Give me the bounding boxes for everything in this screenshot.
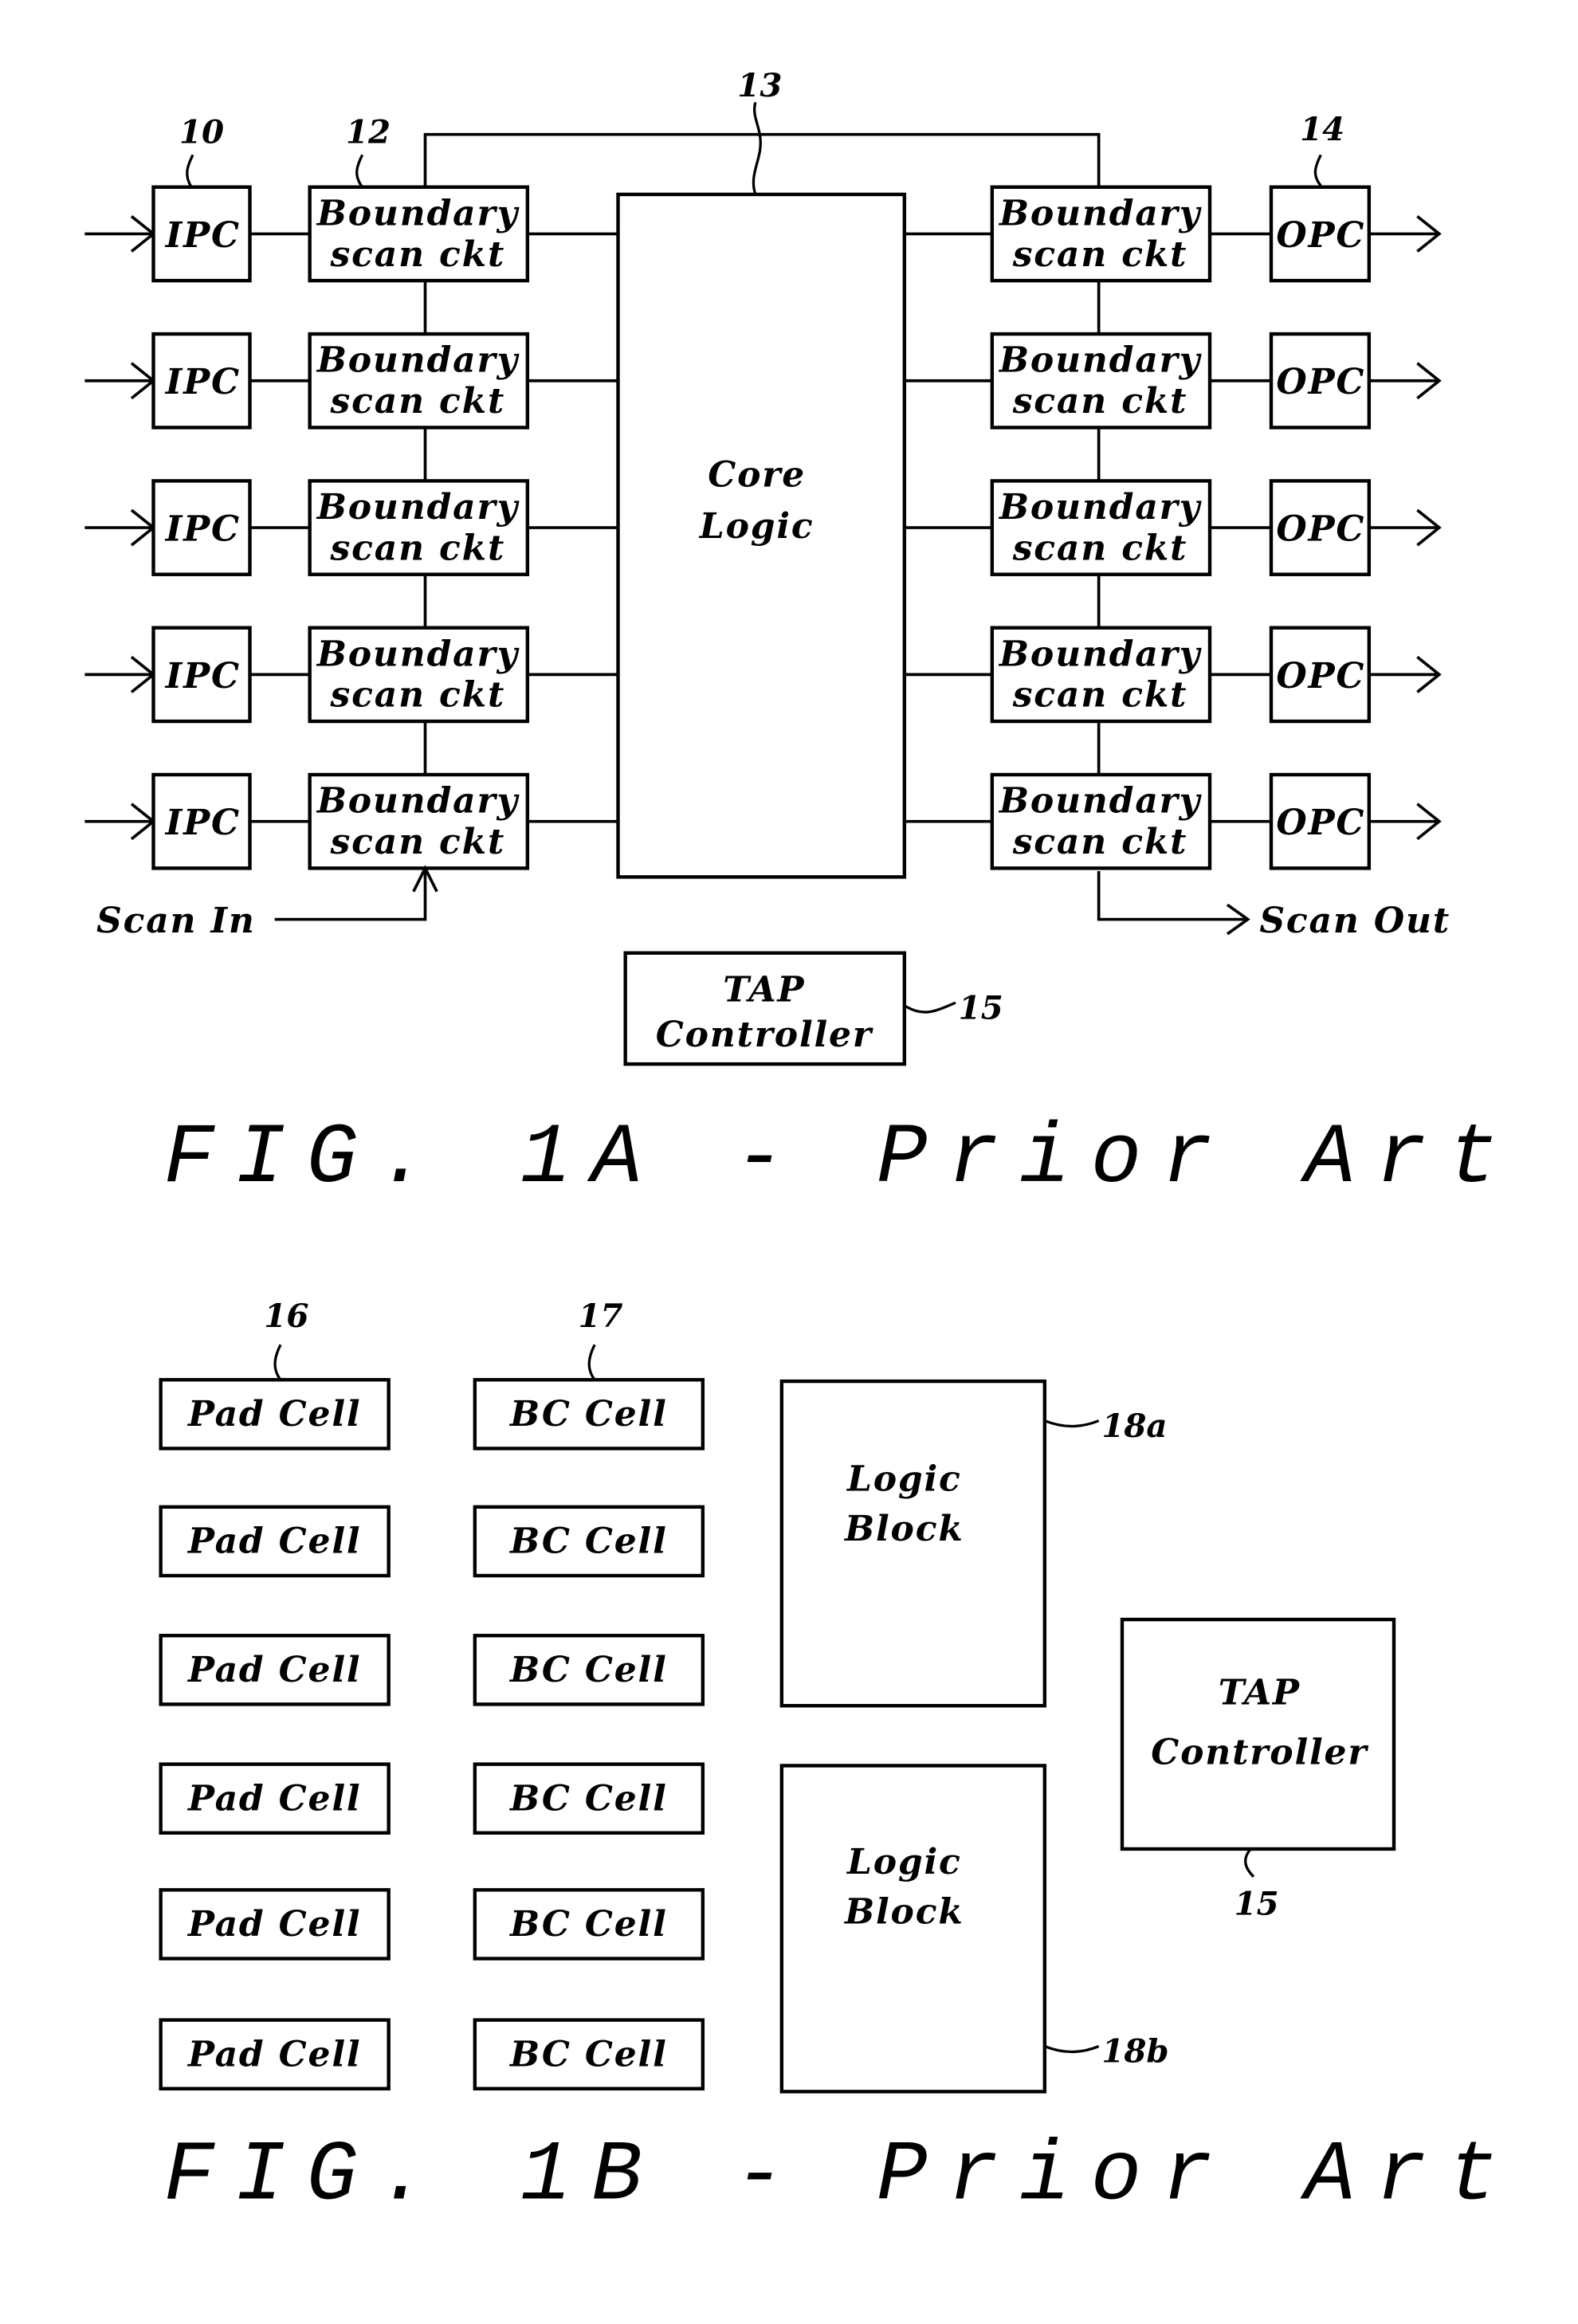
bsc-label-1: Boundary xyxy=(316,340,520,381)
bc-cell-label: BC Cell xyxy=(508,1778,668,1819)
ref-18b: 18b xyxy=(1101,2032,1168,2071)
bsc-label-2: scan ckt xyxy=(1012,381,1188,422)
bc-cell-label: BC Cell xyxy=(508,1904,668,1945)
bsc-label-2: scan ckt xyxy=(1012,234,1188,275)
scan-out-label: Scan Out xyxy=(1259,901,1450,941)
ipc-label: IPC xyxy=(164,803,241,843)
scan-in-wire xyxy=(274,871,427,921)
scan-out-wire xyxy=(1097,871,1245,921)
logic-block-18b-label-1: Logic xyxy=(846,1842,962,1882)
bsc-label-1: Boundary xyxy=(998,193,1203,234)
ref-17: 17 xyxy=(578,1297,622,1335)
opc-label: OPC xyxy=(1276,803,1365,843)
pad-cell-label: Pad Cell xyxy=(186,2034,362,2075)
tap-controller-1b-label-1: TAP xyxy=(1219,1672,1301,1713)
scan-chain-top-wire xyxy=(423,132,1101,186)
scan-in-label: Scan In xyxy=(96,901,256,941)
bc-cell-label: BC Cell xyxy=(508,1394,668,1435)
bsc-label-2: scan ckt xyxy=(330,822,506,862)
tap-controller-1a-label-1: TAP xyxy=(723,969,805,1010)
tap-controller-1b-label-2: Controller xyxy=(1151,1733,1368,1773)
ref-17-leader xyxy=(587,1344,596,1381)
ref-13-leader xyxy=(752,101,762,195)
ref-15-1a: 15 xyxy=(959,988,1003,1027)
bsc-label-2: scan ckt xyxy=(330,234,506,275)
pad-cell-label: Pad Cell xyxy=(186,1650,362,1690)
ref-12: 12 xyxy=(346,113,391,151)
fig1b-row: Pad Cell BC Cell xyxy=(159,1505,705,1578)
bsc-label-1: Boundary xyxy=(316,193,520,234)
figure-1b: Pad Cell BC Cell Pad Cell BC Cell Pad Cell BC… xyxy=(159,1297,1518,2224)
bsc-label-1: Boundary xyxy=(998,340,1203,381)
bsc-label-1: Boundary xyxy=(316,634,520,674)
ipc-label: IPC xyxy=(164,215,241,256)
bsc-label-2: scan ckt xyxy=(330,675,506,716)
logic-block-18a-label-1: Logic xyxy=(846,1459,962,1500)
figure-1a-caption: FIG. 1A - Prior Art xyxy=(163,1110,1518,1207)
pad-cell-label: Pad Cell xyxy=(186,1904,362,1945)
bsc-label-2: scan ckt xyxy=(330,381,506,422)
ref-13: 13 xyxy=(737,66,782,104)
bsc-label-2: scan ckt xyxy=(1012,528,1188,568)
fig1b-row: Pad Cell BC Cell xyxy=(159,1888,705,1961)
fig1b-row: Pad Cell BC Cell xyxy=(159,1634,705,1706)
bc-cell-label: BC Cell xyxy=(508,1650,668,1690)
figure-1b-caption: FIG. 1B - Prior Art xyxy=(163,2127,1518,2224)
figure-1a: Core Logic 13 IPCBoundaryscan cktBoundar… xyxy=(84,66,1518,1207)
ref-14-leader xyxy=(1313,154,1322,186)
ref-14: 14 xyxy=(1300,110,1344,148)
pad-cell-label: Pad Cell xyxy=(186,1778,362,1819)
logic-block-18b-label-2: Block xyxy=(843,1891,964,1932)
bsc-label-1: Boundary xyxy=(998,781,1203,822)
bsc-label-2: scan ckt xyxy=(1012,675,1188,716)
fig1b-row: Pad Cell BC Cell xyxy=(159,1762,705,1835)
ref-18b-leader xyxy=(1044,2045,1100,2054)
core-logic-label-2: Logic xyxy=(698,506,815,547)
bc-cell-label: BC Cell xyxy=(508,2034,668,2075)
pad-cell-label: Pad Cell xyxy=(186,1521,362,1562)
opc-label: OPC xyxy=(1276,362,1365,402)
ref-15-leader-1b xyxy=(1244,1847,1255,1878)
ref-15-leader-1a xyxy=(903,1001,956,1014)
ref-12-leader xyxy=(355,154,364,188)
bsc-label-1: Boundary xyxy=(316,487,520,528)
ref-10: 10 xyxy=(179,113,224,151)
ipc-label: IPC xyxy=(164,656,241,697)
tap-controller-1a-label-2: Controller xyxy=(656,1015,873,1055)
pad-cell-label: Pad Cell xyxy=(186,1394,362,1435)
ipc-label: IPC xyxy=(164,362,241,402)
fig1b-row: Pad Cell BC Cell xyxy=(159,2018,705,2090)
ref-18a-leader xyxy=(1044,1419,1100,1428)
patent-figure-sheet: Core Logic 13 IPCBoundaryscan cktBoundar… xyxy=(84,66,1518,2224)
opc-label: OPC xyxy=(1276,215,1365,256)
bsc-label-2: scan ckt xyxy=(1012,822,1188,862)
fig1b-row: Pad Cell BC Cell xyxy=(159,1378,705,1451)
bsc-label-1: Boundary xyxy=(998,634,1203,674)
opc-label: OPC xyxy=(1276,656,1365,697)
ipc-label: IPC xyxy=(164,509,241,550)
ref-16: 16 xyxy=(264,1297,308,1335)
bsc-label-1: Boundary xyxy=(316,781,520,822)
ref-18a: 18a xyxy=(1101,1407,1167,1445)
opc-label: OPC xyxy=(1276,509,1365,550)
bsc-label-2: scan ckt xyxy=(330,528,506,568)
bsc-label-1: Boundary xyxy=(998,487,1203,528)
logic-block-18a-label-2: Block xyxy=(843,1509,964,1549)
ref-10-leader xyxy=(186,154,194,188)
core-logic-label-1: Core xyxy=(708,455,806,496)
ref-16-leader xyxy=(273,1344,282,1381)
ref-15-1b: 15 xyxy=(1235,1884,1279,1922)
bc-cell-label: BC Cell xyxy=(508,1521,668,1562)
